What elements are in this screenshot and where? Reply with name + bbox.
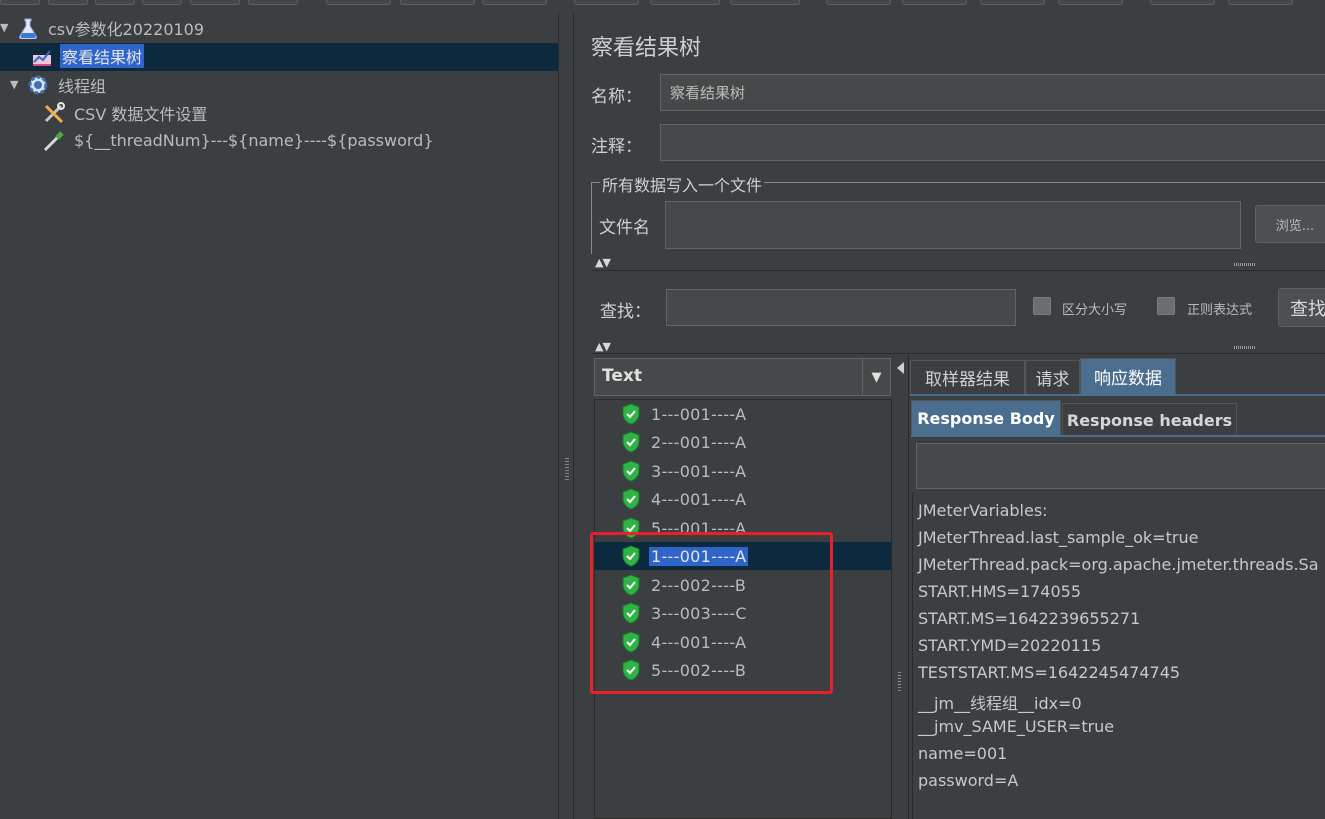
toolbar-button[interactable]	[0, 0, 40, 5]
tab-response-data[interactable]: 响应数据	[1080, 358, 1176, 394]
toolbar-button[interactable]	[400, 0, 475, 5]
tree-item-csv-data-set[interactable]: CSV 数据文件设置	[42, 99, 209, 126]
collapse-left-icon[interactable]	[897, 362, 904, 374]
tab-response-headers[interactable]: Response headers	[1062, 403, 1237, 436]
result-label: 2---001----A	[651, 432, 747, 452]
regex-label: 正则表达式	[1187, 303, 1253, 318]
tree-item-thread-group[interactable]: ▼ 线程组	[10, 71, 108, 98]
toolbar-button[interactable]	[190, 0, 240, 5]
tree-item-label: 察看结果树	[60, 43, 145, 68]
tree-item-label: ${__threadNum}---${name}----${password}	[74, 131, 434, 150]
gear-icon	[26, 73, 50, 97]
tree-item-label: CSV 数据文件设置	[74, 104, 208, 124]
response-line: JMeterThread.pack=org.apache.jmeter.thre…	[918, 555, 1319, 574]
toolbar-button[interactable]	[1058, 0, 1123, 5]
search-label: 查找：	[600, 302, 651, 322]
flask-icon	[16, 16, 40, 40]
toolbar-button[interactable]	[826, 0, 891, 5]
result-label: 1---001----A	[651, 404, 747, 424]
wrench-icon	[42, 101, 66, 125]
toolbar-button[interactable]	[1150, 0, 1215, 5]
case-sensitive-label: 区分大小写	[1062, 303, 1128, 318]
response-line: START.YMD=20220115	[918, 636, 1102, 655]
tree-item-sampler[interactable]: ${__threadNum}---${name}----${password}	[42, 127, 436, 154]
toolbar-button[interactable]	[1228, 0, 1293, 5]
sash-handle[interactable]	[1234, 263, 1256, 266]
tab-sampler-result[interactable]: 取样器结果	[910, 360, 1025, 394]
sash-handle[interactable]	[898, 672, 901, 692]
response-line: __jm__线程组__idx=0	[918, 694, 1082, 713]
toolbar-button[interactable]	[48, 0, 88, 5]
search-input[interactable]	[666, 289, 1016, 326]
renderer-select[interactable]: Text ▼	[594, 358, 891, 396]
comment-label: 注释：	[591, 137, 642, 157]
result-row[interactable]: 2---001----A	[595, 428, 891, 456]
response-line: JMeterVariables:	[918, 501, 1048, 520]
tab-request[interactable]: 请求	[1025, 360, 1080, 394]
divider	[591, 270, 1325, 271]
success-shield-icon	[621, 488, 641, 510]
file-output-legend: 所有数据写入一个文件	[600, 172, 765, 196]
tree-item-label: csv参数化20220109	[48, 19, 205, 39]
tree-item-view-results-tree[interactable]: 察看结果树	[30, 42, 145, 69]
result-label: 3---001----A	[651, 461, 747, 481]
response-line: START.HMS=174055	[918, 582, 1082, 601]
browse-button[interactable]: 浏览...	[1255, 205, 1325, 243]
toolbar-button[interactable]	[980, 0, 1045, 5]
success-shield-icon	[621, 431, 641, 453]
filename-field[interactable]	[665, 201, 1241, 249]
case-sensitive-checkbox[interactable]	[1033, 297, 1051, 315]
toolbar-button[interactable]	[650, 0, 720, 5]
chevron-down-icon[interactable]: ▼	[862, 359, 890, 395]
toolbar-button[interactable]	[902, 0, 967, 5]
name-field-value: 察看结果树	[670, 84, 746, 102]
toolbar	[0, 0, 1325, 12]
name-field[interactable]: 察看结果树	[660, 74, 1325, 111]
subtab-underline	[911, 435, 1325, 437]
result-label: 4---001----A	[651, 489, 747, 509]
name-label: 名称：	[591, 87, 642, 107]
tree-item-test-plan[interactable]: ▼ csv参数化20220109	[0, 14, 206, 41]
tree-item-label: 线程组	[58, 76, 107, 96]
toolbar-button[interactable]	[730, 0, 800, 5]
pipette-icon	[42, 129, 66, 153]
expand-arrow-icon[interactable]: ▼	[10, 78, 22, 91]
results-splitter[interactable]	[893, 355, 909, 819]
sash-handle[interactable]	[1234, 346, 1256, 349]
divider	[591, 353, 1325, 354]
success-shield-icon	[621, 460, 641, 482]
toolbar-button[interactable]	[248, 0, 298, 5]
regex-checkbox[interactable]	[1157, 297, 1175, 315]
splitter-grip[interactable]	[565, 458, 569, 480]
response-search-input[interactable]	[916, 443, 1325, 489]
result-row[interactable]: 3---001----A	[595, 457, 891, 485]
toolbar-button[interactable]	[142, 0, 182, 5]
toolbar-button[interactable]	[574, 0, 639, 5]
response-line: __jmv_SAME_USER=true	[918, 717, 1115, 736]
filename-label: 文件名	[599, 218, 650, 238]
response-line: START.MS=1642239655271	[918, 609, 1141, 628]
response-line: TESTSTART.MS=1642245474745	[918, 663, 1181, 682]
main-splitter[interactable]	[560, 12, 574, 819]
chart-icon	[30, 44, 54, 68]
collapse-arrows-icon[interactable]: ▲▼	[595, 340, 611, 353]
result-row[interactable]: 1---001----A	[595, 400, 891, 428]
response-line: name=001	[918, 744, 1008, 763]
collapse-arrows-icon[interactable]: ▲▼	[595, 256, 611, 269]
toolbar-button[interactable]	[95, 0, 135, 5]
search-button[interactable]: 查找	[1278, 288, 1325, 327]
result-row[interactable]: 4---001----A	[595, 485, 891, 513]
tab-underline	[910, 394, 1325, 396]
tab-response-body[interactable]: Response Body	[911, 400, 1061, 436]
toolbar-button[interactable]	[326, 0, 391, 5]
expand-arrow-icon[interactable]: ▼	[0, 21, 12, 34]
comment-field[interactable]	[660, 124, 1325, 161]
renderer-select-value: Text	[602, 366, 642, 386]
response-line: password=A	[918, 771, 1019, 790]
success-shield-icon	[621, 403, 641, 425]
page-title: 察看结果树	[591, 36, 702, 61]
response-line: JMeterThread.last_sample_ok=true	[918, 528, 1199, 547]
toolbar-button[interactable]	[482, 0, 547, 5]
highlight-annotation-box	[590, 532, 833, 694]
